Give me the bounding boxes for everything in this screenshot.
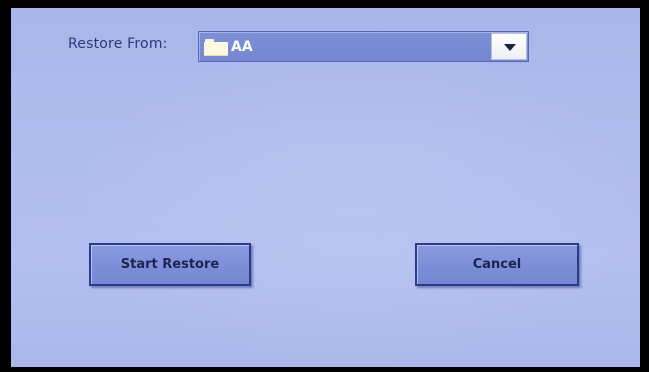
restore-screen: Restore From: AA Start Restore Cancel bbox=[11, 8, 640, 367]
dropdown-toggle-button[interactable] bbox=[491, 33, 527, 60]
folder-icon bbox=[204, 39, 228, 56]
restore-source-dropdown[interactable]: AA bbox=[198, 31, 529, 62]
start-restore-label: Start Restore bbox=[120, 257, 220, 272]
chevron-down-icon bbox=[504, 44, 516, 51]
cancel-label: Cancel bbox=[472, 257, 522, 272]
restore-from-label: Restore From: bbox=[68, 36, 168, 52]
cancel-button[interactable]: Cancel bbox=[415, 243, 579, 286]
selected-source-value: AA bbox=[231, 39, 253, 55]
start-restore-button[interactable]: Start Restore bbox=[89, 243, 251, 286]
